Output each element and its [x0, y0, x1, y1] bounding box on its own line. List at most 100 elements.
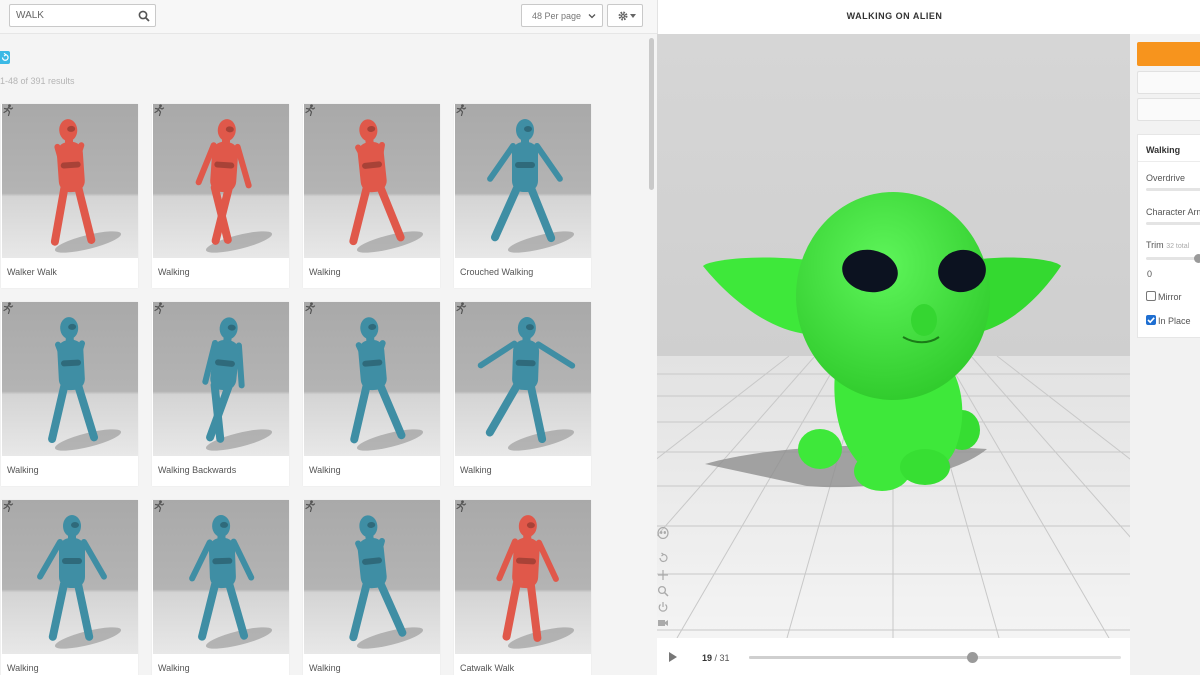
result-card[interactable]: Crouched Walking	[454, 104, 591, 288]
timeline-track[interactable]	[749, 652, 1121, 663]
trim-value: 0	[1147, 269, 1153, 279]
search-toolbar: 48 Per page	[0, 0, 657, 34]
character-arm-slider[interactable]	[1146, 222, 1200, 225]
card-label: Catwalk Walk	[460, 663, 515, 673]
running-man-icon	[305, 500, 316, 512]
trim-slider[interactable]	[1146, 257, 1200, 260]
settings-divider	[1138, 161, 1200, 162]
per-page-select[interactable]: 48 Per page	[521, 4, 603, 27]
animation-thumbnail[interactable]	[304, 302, 440, 456]
result-card[interactable]: Walking	[303, 302, 440, 486]
download-button[interactable]	[1137, 42, 1200, 66]
overdrive-label: Overdrive	[1146, 173, 1186, 183]
result-card[interactable]: Walking	[1, 302, 138, 486]
animation-thumbnail[interactable]	[2, 500, 138, 654]
result-card[interactable]: Walking	[303, 500, 440, 675]
running-man-icon	[154, 302, 165, 314]
camera-icon[interactable]	[657, 617, 669, 629]
timeline-scrubber[interactable]	[966, 652, 978, 663]
chevron-down-icon	[588, 14, 596, 19]
trim-label-text: Trim	[1146, 240, 1164, 250]
card-label: Walking	[7, 663, 39, 673]
card-label: Walking	[158, 267, 190, 277]
card-label: Walking	[7, 465, 39, 475]
animation-thumbnail[interactable]	[2, 302, 138, 456]
card-label: Walking	[460, 465, 492, 475]
trim-slider-handle[interactable]	[1194, 254, 1200, 263]
running-man-icon	[305, 104, 316, 116]
results-scrollbar[interactable]	[649, 38, 654, 190]
3d-viewport[interactable]	[657, 34, 1130, 638]
card-label: Walking Backwards	[158, 465, 237, 475]
running-man-icon	[3, 104, 14, 116]
settings-card: Walking Overdrive Character Arm Trim 32 …	[1137, 134, 1200, 338]
animation-thumbnail[interactable]	[153, 500, 289, 654]
zoom-icon[interactable]	[657, 585, 669, 597]
timeline-progress	[749, 656, 973, 659]
refresh-icon	[1, 52, 9, 61]
running-man-icon	[3, 302, 14, 314]
running-man-icon	[456, 500, 467, 512]
running-man-icon	[154, 104, 165, 116]
mirror-option[interactable]: Mirror	[1146, 291, 1200, 303]
results-panel: 48 Per page 1-48 of 391 results	[0, 0, 657, 675]
result-card[interactable]: Catwalk Walk	[454, 500, 591, 675]
animation-thumbnail[interactable]	[153, 104, 289, 258]
running-man-icon	[456, 104, 467, 116]
sidebar-button-2[interactable]	[1137, 98, 1200, 121]
frame-current: 19	[702, 653, 713, 663]
in-place-label: In Place	[1158, 316, 1191, 326]
card-label: Crouched Walking	[460, 267, 534, 277]
animation-thumbnail[interactable]	[304, 104, 440, 258]
result-card[interactable]: Walking	[1, 500, 138, 675]
animation-thumbnail[interactable]	[153, 302, 289, 456]
animation-thumbnail[interactable]	[455, 104, 591, 258]
mirror-checkbox[interactable]	[1146, 291, 1156, 301]
result-card[interactable]: Walking	[454, 302, 591, 486]
search-box[interactable]	[9, 4, 156, 27]
search-icon[interactable]	[138, 10, 150, 22]
card-label: Walking	[309, 465, 341, 475]
viewer-header: WALKING ON ALIEN	[657, 0, 1200, 34]
frame-counter: 19 / 31	[702, 653, 730, 663]
results-count: 1-48 of 391 results	[0, 76, 75, 86]
in-place-option[interactable]: In Place	[1146, 315, 1200, 327]
viewer-title: WALKING ON ALIEN	[846, 11, 943, 21]
refresh-button[interactable]	[0, 51, 10, 64]
card-label: Walker Walk	[7, 267, 57, 277]
settings-menu-button[interactable]	[607, 4, 643, 27]
trim-label: Trim 32 total	[1146, 240, 1189, 250]
running-man-icon	[3, 500, 14, 512]
settings-title: Walking	[1146, 145, 1181, 155]
animation-thumbnail[interactable]	[304, 500, 440, 654]
per-page-value: 48 Per page	[532, 11, 582, 21]
result-card[interactable]: Walking	[152, 500, 289, 675]
running-man-icon	[305, 302, 316, 314]
trim-note: 32 total	[1166, 243, 1190, 250]
in-place-checkbox[interactable]	[1146, 315, 1156, 325]
animation-thumbnail[interactable]	[2, 104, 138, 258]
mirror-label: Mirror	[1158, 292, 1182, 302]
caret-down-icon	[630, 14, 636, 18]
card-label: Walking	[309, 663, 341, 673]
animation-settings-sidebar: Walking Overdrive Character Arm Trim 32 …	[1130, 34, 1200, 675]
animation-thumbnail[interactable]	[455, 500, 591, 654]
viewport-scene	[657, 34, 1130, 638]
rotate-icon[interactable]	[657, 552, 669, 564]
search-input[interactable]	[16, 8, 134, 23]
play-icon[interactable]	[668, 652, 678, 662]
character-arm-label: Character Arm	[1146, 207, 1200, 217]
sidebar-button-1[interactable]	[1137, 71, 1200, 94]
result-card[interactable]: Walking	[303, 104, 440, 288]
animation-thumbnail[interactable]	[455, 302, 591, 456]
result-card[interactable]: Walking Backwards	[152, 302, 289, 486]
timeline-bar: 19 / 31	[657, 638, 1130, 675]
result-card[interactable]: Walker Walk	[1, 104, 138, 288]
running-man-icon	[456, 302, 467, 314]
card-label: Walking	[309, 267, 341, 277]
alien-head-icon[interactable]	[657, 527, 669, 539]
result-card[interactable]: Walking	[152, 104, 289, 288]
move-icon[interactable]	[657, 569, 669, 581]
overdrive-slider[interactable]	[1146, 188, 1200, 191]
power-icon[interactable]	[657, 601, 669, 613]
